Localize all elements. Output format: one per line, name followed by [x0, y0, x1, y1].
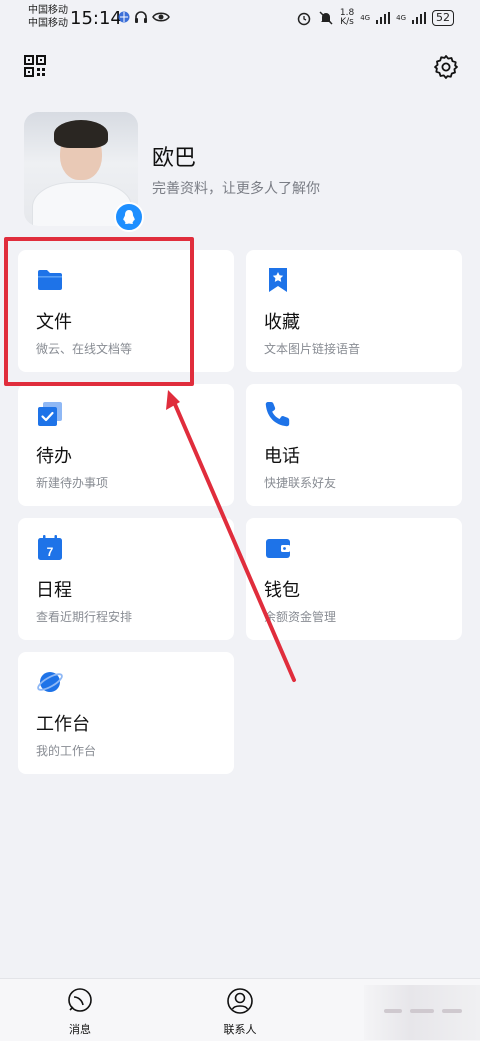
network-speed-unit: K/s [340, 17, 354, 27]
calendar-day-number: 7 [47, 545, 54, 559]
nav-label: 联系人 [223, 1023, 257, 1036]
signal-label-1: 4G [360, 14, 371, 22]
card-title: 收藏 [264, 312, 300, 333]
nav-label: 消息 [69, 1023, 91, 1036]
eye-status-icon [152, 12, 170, 22]
headphones-status-icon [135, 11, 147, 23]
card-workbench[interactable]: 工作台 我的工作台 [18, 652, 234, 774]
card-favorites[interactable]: 收藏 文本图片链接语音 [246, 250, 462, 372]
highlight-box [4, 237, 194, 386]
phone-icon [265, 402, 290, 427]
profile-name[interactable]: 欧巴 [152, 140, 196, 172]
alarm-status-icon [297, 12, 311, 26]
profile-subtitle[interactable]: 完善资料，让更多人了解你 [152, 178, 320, 198]
status-bar: 中国移动 中国移动 15:14 1.8 K/s 4G 4G 52 [0, 0, 480, 36]
nav-messages[interactable]: 消息 [50, 987, 110, 1037]
card-wallet[interactable]: 钱包 余额资金管理 [246, 518, 462, 640]
card-title: 电话 [264, 446, 300, 467]
contacts-icon [227, 988, 253, 1014]
bookmark-star-icon [269, 268, 287, 292]
status-time: 15:14 [70, 8, 122, 29]
card-subtitle: 我的工作台 [36, 744, 97, 758]
status-left-icons [118, 10, 170, 24]
card-subtitle: 快捷联系好友 [264, 476, 337, 490]
card-title: 待办 [36, 446, 72, 467]
card-title: 日程 [36, 580, 72, 601]
card-subtitle: 查看近期行程安排 [36, 610, 133, 624]
battery-indicator: 52 [432, 10, 454, 26]
watermark-mark [410, 1009, 434, 1013]
wallet-icon [266, 539, 290, 558]
gear-icon[interactable] [433, 54, 459, 80]
watermark [364, 985, 480, 1040]
card-subtitle: 余额资金管理 [264, 610, 337, 624]
card-title: 钱包 [264, 580, 300, 601]
watermark-mark [384, 1009, 402, 1013]
carrier-1: 中国移动 [28, 5, 68, 16]
card-todo[interactable]: 待办 新建待办事项 [18, 384, 234, 506]
message-icon [68, 988, 92, 1012]
card-schedule[interactable]: 7 日程 查看近期行程安排 [18, 518, 234, 640]
qr-code-icon[interactable] [24, 55, 46, 77]
card-phone[interactable]: 电话 快捷联系好友 [246, 384, 462, 506]
qq-penguin-icon [114, 202, 144, 232]
signal-bars-2-icon [412, 12, 426, 24]
carrier-2: 中国移动 [28, 18, 68, 29]
planet-icon [37, 672, 63, 692]
card-subtitle: 新建待办事项 [36, 476, 109, 490]
network-speed: 1.8 K/s [340, 9, 354, 27]
avatar-hair [54, 120, 108, 148]
nav-contacts[interactable]: 联系人 [210, 987, 270, 1037]
mute-status-icon [319, 11, 333, 25]
signal-bars-1-icon [376, 12, 391, 24]
globe-status-icon [118, 11, 130, 23]
calendar-icon: 7 [38, 535, 62, 560]
todo-check-icon [38, 402, 62, 426]
signal-label-2: 4G [396, 14, 406, 22]
status-right-icons: 1.8 K/s 4G 4G 52 [296, 9, 454, 27]
card-subtitle: 文本图片链接语音 [264, 342, 361, 356]
card-title: 工作台 [36, 714, 90, 735]
watermark-mark [442, 1009, 462, 1013]
